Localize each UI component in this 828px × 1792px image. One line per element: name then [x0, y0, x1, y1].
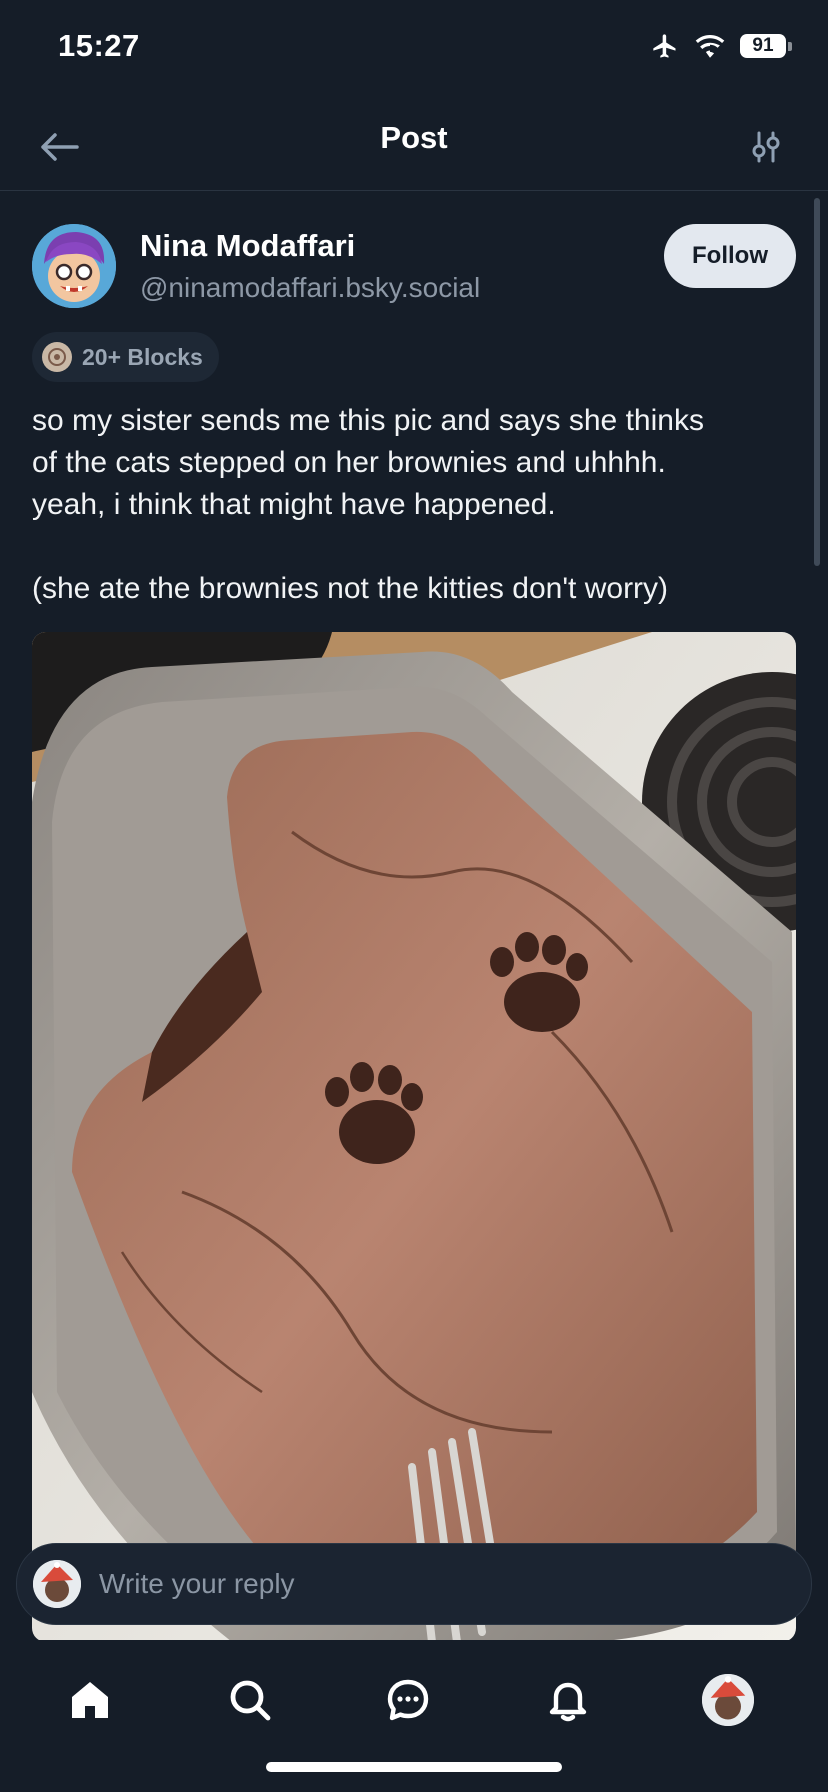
sliders-icon — [752, 131, 780, 163]
tab-search[interactable] — [210, 1660, 290, 1740]
reply-composer[interactable]: Write your reply — [16, 1543, 812, 1625]
page-title: Post — [380, 120, 448, 155]
tab-home[interactable] — [50, 1660, 130, 1740]
post-text-line: (she ate the brownies not the kitties do… — [32, 572, 669, 605]
author-avatar[interactable] — [32, 224, 116, 308]
scrollbar[interactable] — [814, 198, 820, 566]
blocks-badge[interactable]: 20+ Blocks — [32, 332, 219, 382]
home-icon — [72, 1682, 108, 1718]
status-time: 15:27 — [58, 28, 140, 63]
tab-chat[interactable] — [368, 1660, 448, 1740]
wifi-icon — [695, 34, 725, 58]
post-text: so my sister sends me this pic and says … — [32, 400, 802, 610]
thread-settings-button[interactable] — [744, 122, 788, 172]
post-image[interactable] — [32, 632, 796, 1642]
bell-icon — [549, 1682, 587, 1722]
profile-avatar — [702, 1674, 754, 1726]
author-handle[interactable]: @ninamodaffari.bsky.social — [140, 272, 480, 304]
current-user-avatar — [33, 1560, 81, 1608]
chat-icon — [387, 1679, 429, 1721]
reply-input[interactable]: Write your reply — [99, 1568, 295, 1600]
tab-notifications[interactable] — [528, 1660, 608, 1740]
top-nav-header: Post — [0, 100, 828, 191]
brownie-photo — [32, 632, 796, 1642]
battery-indicator: 91 — [740, 34, 792, 58]
airplane-icon — [653, 34, 676, 58]
avatar-illustration — [32, 224, 116, 308]
post-text-line: so my sister sends me this pic and says … — [32, 404, 704, 437]
post-text-line: yeah, i think that might have happened. — [32, 488, 556, 521]
post-text-line: of the cats stepped on her brownies and … — [32, 446, 666, 479]
status-icons: 91 — [650, 32, 792, 60]
list-avatar-icon — [42, 342, 72, 372]
follow-button[interactable]: Follow — [664, 224, 796, 288]
search-icon — [230, 1680, 271, 1721]
home-indicator — [266, 1762, 562, 1772]
battery-level: 91 — [740, 34, 786, 58]
badge-label: 20+ Blocks — [82, 343, 203, 370]
author-name[interactable]: Nina Modaffari — [140, 228, 355, 264]
tab-profile[interactable] — [688, 1660, 768, 1740]
